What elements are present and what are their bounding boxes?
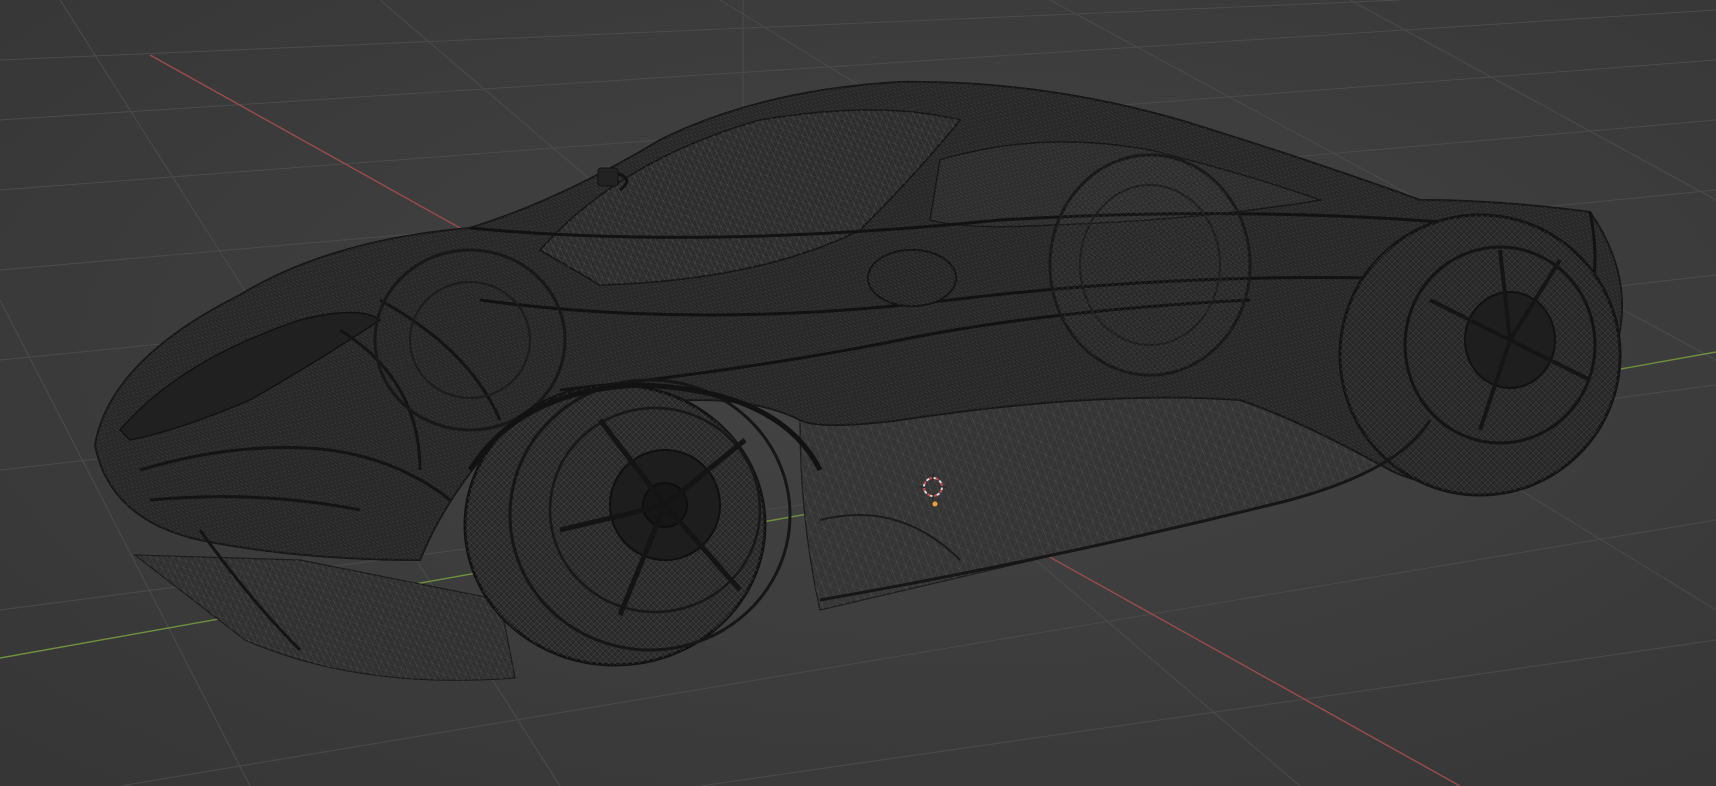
rear-wheel	[1338, 213, 1622, 497]
object-origin	[932, 501, 938, 507]
rear-wheel-far	[1048, 153, 1252, 377]
roof-antenna	[597, 167, 619, 187]
3d-viewport[interactable]	[0, 0, 1716, 786]
viewport-canvas[interactable]	[0, 0, 1716, 786]
